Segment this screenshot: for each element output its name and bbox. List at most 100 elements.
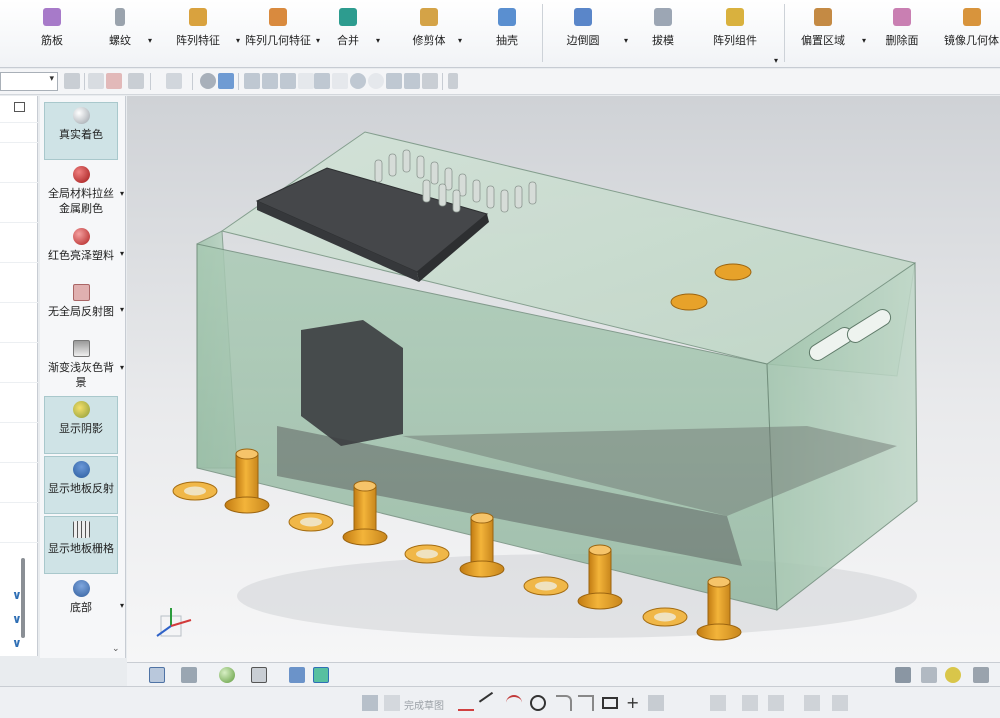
line-icon[interactable]	[478, 691, 502, 715]
trim-body-button[interactable]: 修剪体	[404, 0, 454, 68]
background-icon[interactable]	[251, 667, 267, 683]
render-item-bottom[interactable]: 底部 ▾	[44, 576, 124, 616]
render-item-label: 底部	[70, 601, 92, 614]
panel-scroll-down-icon[interactable]: ⌄	[112, 644, 120, 654]
render-item-label: 真实着色	[59, 128, 103, 141]
tangent-icon[interactable]	[404, 73, 420, 89]
maximize-icon[interactable]	[14, 102, 25, 112]
rib-button[interactable]: 筋板	[30, 0, 74, 68]
render-item-label: 显示地板栅格	[48, 542, 114, 555]
edge-blend-button[interactable]: 边倒圆	[560, 0, 606, 68]
annotation-icon[interactable]	[945, 667, 961, 683]
offset-curve-icon[interactable]	[710, 695, 726, 711]
chevron-down-icon[interactable]: ▾	[376, 36, 380, 45]
gradient-background-icon	[72, 340, 90, 357]
render-item-show-shadow[interactable]: 显示阴影	[44, 396, 118, 454]
mirror-geometry-button[interactable]: 镜像几何体	[944, 0, 1000, 68]
sketch-grid-icon[interactable]	[384, 695, 400, 711]
chevron-down-icon[interactable]: ▾	[458, 36, 462, 45]
nav-divider	[0, 422, 38, 423]
thread-button[interactable]: 螺纹	[98, 0, 142, 68]
shaded-icon[interactable]	[200, 73, 216, 89]
edge-snap-icon[interactable]	[280, 73, 296, 89]
lasso-icon[interactable]	[166, 73, 182, 89]
line-snap-icon[interactable]	[262, 73, 278, 89]
constraint-icon[interactable]	[832, 695, 848, 711]
chevron-down-icon[interactable]: ∨	[12, 612, 26, 626]
arc-icon[interactable]	[506, 695, 522, 711]
filter-combo[interactable]: ▾	[0, 72, 58, 91]
fit-view-icon[interactable]	[149, 667, 165, 683]
filter-icon[interactable]	[128, 73, 144, 89]
render-style-icon[interactable]	[219, 667, 235, 683]
midpoint-icon[interactable]	[314, 73, 330, 89]
curve-snap-icon[interactable]	[298, 73, 314, 89]
chevron-down-icon[interactable]: ▾	[774, 56, 778, 65]
orient-view-icon[interactable]	[181, 667, 197, 683]
spline-icon[interactable]	[648, 695, 664, 711]
more-icon[interactable]	[448, 73, 458, 89]
pattern-component-button[interactable]: 阵列组件	[708, 0, 762, 68]
pattern-feature-icon	[189, 8, 207, 26]
layer-icon[interactable]	[895, 667, 911, 683]
pattern-component-label: 阵列组件	[713, 34, 757, 47]
delete-face-button[interactable]: 删除面	[880, 0, 924, 68]
graphics-viewport[interactable]	[127, 96, 1000, 662]
nav-divider	[0, 222, 38, 223]
render-item-true-shading[interactable]: 真实着色	[44, 102, 118, 160]
pattern-feature-label: 阵列特征	[176, 34, 220, 47]
pattern-geometry-label: 阵列几何特征	[245, 34, 311, 47]
quadrant-icon[interactable]	[368, 73, 384, 89]
make-corner-icon[interactable]	[804, 695, 820, 711]
render-item-gradient-background[interactable]: 渐变浅灰色背景 ▾	[44, 336, 124, 394]
show-shadow-icon	[72, 401, 90, 418]
render-item-no-reflection[interactable]: 无全局反射图 ▾	[44, 280, 124, 322]
pattern-feature-button[interactable]: 阵列特征	[172, 0, 224, 68]
snap-icon[interactable]	[64, 73, 80, 89]
intersection-icon[interactable]	[332, 73, 348, 89]
offset-region-button[interactable]: 偏置区域	[798, 0, 848, 68]
chevron-down-icon[interactable]: ▾	[316, 36, 320, 45]
rectangle-icon[interactable]	[602, 697, 618, 709]
center-icon[interactable]	[350, 73, 366, 89]
render-item-floor-reflection[interactable]: 显示地板反射	[44, 456, 118, 514]
chevron-down-icon[interactable]: ∨	[12, 636, 26, 650]
point-snap-icon[interactable]	[244, 73, 260, 89]
true-shading-icon	[72, 107, 90, 124]
render-item-red-plastic[interactable]: 红色亮泽塑料 ▾	[44, 224, 124, 264]
select-icon[interactable]	[88, 73, 104, 89]
point-icon[interactable]: +	[626, 693, 639, 712]
shell-button[interactable]: 抽壳	[486, 0, 528, 68]
toolbar-separator	[192, 73, 193, 90]
draft-button[interactable]: 拔模	[642, 0, 684, 68]
chevron-down-icon[interactable]: ∨	[12, 588, 26, 602]
chevron-down-icon[interactable]: ▾	[236, 36, 240, 45]
trim-curve-icon[interactable]	[742, 695, 758, 711]
render-item-brushed-metal[interactable]: 全局材料拉丝金属刷色 ▾	[44, 162, 124, 222]
view-icon[interactable]	[422, 73, 438, 89]
box-select-icon[interactable]	[106, 73, 122, 89]
finish-sketch-icon[interactable]	[362, 695, 378, 711]
circle-icon[interactable]	[530, 695, 546, 711]
profile-icon[interactable]	[458, 695, 474, 711]
extend-curve-icon[interactable]	[768, 695, 784, 711]
rib-label: 筋板	[41, 34, 63, 47]
solid-icon[interactable]	[218, 73, 234, 89]
crosshair-icon[interactable]	[386, 73, 402, 89]
selection-toolbar: ▾	[0, 69, 1000, 95]
chevron-down-icon[interactable]: ▾	[624, 36, 628, 45]
toolbar-separator	[238, 73, 239, 90]
rib-icon	[43, 8, 61, 26]
fillet-icon[interactable]	[556, 695, 572, 711]
unite-button[interactable]: 合并	[327, 0, 369, 68]
offset-region-label: 偏置区域	[801, 34, 845, 47]
render-item-floor-grid[interactable]: 显示地板栅格	[44, 516, 118, 574]
section-view-icon[interactable]	[289, 667, 305, 683]
clip-section-icon[interactable]	[313, 667, 329, 683]
chevron-down-icon[interactable]: ▾	[148, 36, 152, 45]
pattern-geometry-button[interactable]: 阵列几何特征	[244, 0, 312, 68]
visibility-icon[interactable]	[973, 667, 989, 683]
measure-icon[interactable]	[921, 667, 937, 683]
chevron-down-icon[interactable]: ▾	[862, 36, 866, 45]
chamfer-icon[interactable]	[578, 695, 594, 711]
